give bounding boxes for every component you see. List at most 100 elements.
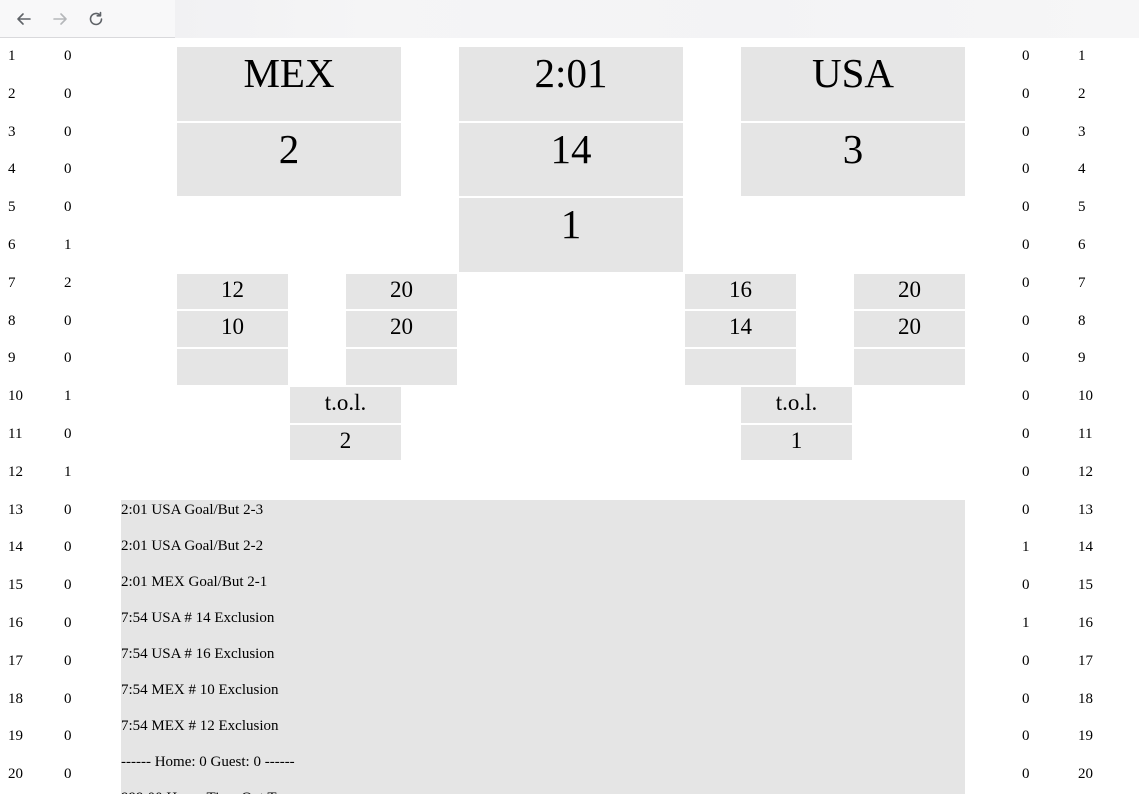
guest-player-number: 6	[1078, 237, 1086, 253]
home-player-foul-count: 0	[64, 123, 72, 140]
home-player-number: 1	[8, 48, 16, 64]
guest-exclusion-time: 20	[854, 311, 965, 347]
home-player-foul-count: 0	[64, 85, 72, 102]
home-exclusion-cap: 10	[177, 311, 288, 347]
guest-player-foul-count: 0	[1022, 501, 1030, 518]
guest-player-foul-count: 0	[1022, 652, 1030, 669]
log-entry: 7:54 MEX # 10 Exclusion	[121, 682, 279, 698]
home-player-foul-count: 1	[64, 237, 72, 253]
game-clock: 2:01	[459, 47, 683, 121]
home-player-number: 5	[8, 199, 16, 216]
forward-button[interactable]	[48, 7, 72, 31]
log-entry: ------ Home: 0 Guest: 0 ------	[121, 754, 295, 770]
home-exclusion-time: 20	[346, 274, 457, 309]
home-player-number: 9	[8, 350, 16, 367]
home-player-foul-count: 0	[64, 48, 72, 64]
guest-exclusion-cap: 14	[685, 311, 796, 347]
home-player-number: 12	[8, 463, 23, 480]
guest-player-number: 14	[1078, 539, 1093, 556]
home-player-foul-count: 0	[64, 350, 72, 367]
home-player-foul-count: 0	[64, 766, 72, 783]
browser-toolbar	[0, 0, 1139, 38]
guest-player-foul-count: 0	[1022, 85, 1030, 102]
guest-team-name: USA	[741, 47, 965, 121]
guest-player-number: 4	[1078, 161, 1086, 178]
home-team-name: MEX	[177, 47, 401, 121]
home-exclusion-cap	[177, 349, 288, 385]
guest-player-number: 18	[1078, 690, 1093, 707]
home-player-foul-count: 1	[64, 388, 72, 405]
home-player-number: 14	[8, 539, 23, 556]
home-player-foul-count: 0	[64, 161, 72, 178]
home-exclusion-time: 20	[346, 311, 457, 347]
home-player-number: 15	[8, 577, 23, 594]
guest-player-number: 17	[1078, 652, 1093, 669]
guest-exclusion-time: 20	[854, 274, 965, 309]
home-player-number: 20	[8, 766, 23, 783]
home-player-foul-count: 0	[64, 312, 72, 329]
log-entry: 999:00 Home Time Out T...	[121, 789, 287, 794]
home-player-foul-count: 0	[64, 577, 72, 594]
guest-exclusion-time	[854, 349, 965, 385]
home-player-number: 4	[8, 161, 16, 178]
guest-player-foul-count: 1	[1022, 539, 1030, 556]
home-player-foul-count: 0	[64, 615, 72, 631]
guest-exclusion-cap: 16	[685, 274, 796, 309]
reload-button[interactable]	[84, 7, 108, 31]
guest-player-number: 2	[1078, 85, 1086, 102]
guest-player-foul-count: 0	[1022, 123, 1030, 140]
home-player-foul-count: 0	[64, 426, 72, 442]
guest-player-foul-count: 1	[1022, 615, 1030, 631]
guest-player-foul-count: 0	[1022, 690, 1030, 707]
arrow-left-icon	[17, 13, 31, 25]
guest-player-foul-count: 0	[1022, 577, 1030, 594]
guest-player-foul-count: 0	[1022, 350, 1030, 367]
guest-tol-value: 1	[741, 425, 852, 460]
guest-player-foul-count: 0	[1022, 728, 1030, 745]
guest-player-foul-count: 0	[1022, 237, 1030, 253]
home-player-foul-count: 0	[64, 199, 72, 216]
log-entry: 7:54 USA # 14 Exclusion	[121, 610, 275, 626]
guest-player-foul-count: 0	[1022, 48, 1030, 64]
guest-player-number: 11	[1078, 426, 1093, 442]
home-player-foul-count: 2	[64, 274, 72, 291]
home-player-foul-count: 0	[64, 690, 72, 707]
back-button[interactable]	[12, 7, 36, 31]
home-player-number: 13	[8, 501, 23, 518]
arrow-right-icon	[53, 13, 67, 25]
guest-player-number: 15	[1078, 577, 1093, 594]
home-player-number: 10	[8, 388, 23, 405]
home-player-foul-count: 0	[64, 652, 72, 669]
home-player-foul-count: 0	[64, 539, 72, 556]
home-exclusion-time	[346, 349, 457, 385]
guest-player-foul-count: 0	[1022, 274, 1030, 291]
guest-exclusion-cap	[685, 349, 796, 385]
home-tol-label: t.o.l.	[290, 387, 401, 423]
guest-player-number: 3	[1078, 123, 1086, 140]
guest-player-foul-count: 0	[1022, 766, 1030, 783]
home-player-number: 2	[8, 85, 16, 102]
shot-clock: 14	[459, 123, 683, 196]
home-player-number: 11	[8, 426, 23, 442]
guest-player-number: 7	[1078, 274, 1086, 291]
log-entry: 2:01 USA Goal/But 2-3	[121, 502, 264, 518]
home-player-number: 18	[8, 690, 23, 707]
home-player-number: 16	[8, 615, 23, 631]
address-bar-area[interactable]	[175, 0, 1139, 38]
guest-player-number: 8	[1078, 312, 1086, 329]
log-entry: 7:54 MEX # 12 Exclusion	[121, 718, 279, 734]
reload-icon	[89, 11, 103, 26]
home-player-number: 6	[8, 237, 16, 253]
guest-player-number: 12	[1078, 463, 1093, 480]
guest-player-foul-count: 0	[1022, 426, 1030, 442]
home-score: 2	[177, 123, 401, 196]
guest-player-foul-count: 0	[1022, 312, 1030, 329]
log-entry: 7:54 USA # 16 Exclusion	[121, 646, 275, 662]
guest-player-number: 10	[1078, 388, 1093, 405]
event-log[interactable]: 2:01 USA Goal/But 2-3 2:01 USA Goal/But 2…	[121, 500, 965, 794]
guest-tol-label: t.o.l.	[741, 387, 852, 423]
log-entry: 2:01 USA Goal/But 2-2	[121, 538, 264, 554]
home-player-foul-count: 1	[64, 463, 72, 480]
guest-player-number: 16	[1078, 615, 1093, 631]
log-entry: 2:01 MEX Goal/But 2-1	[121, 574, 268, 590]
